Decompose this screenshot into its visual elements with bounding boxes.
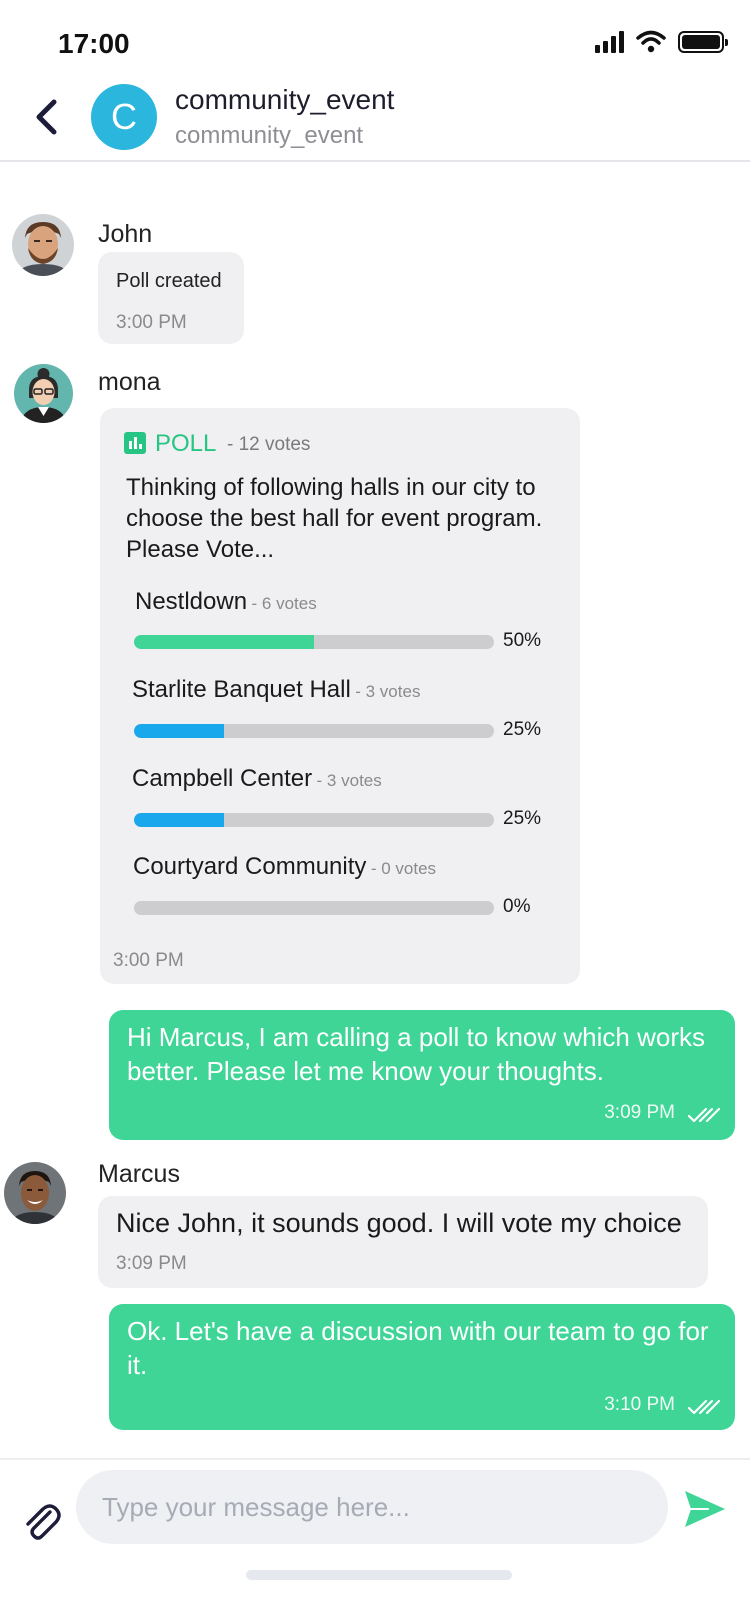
poll-option-bar (134, 813, 494, 827)
status-time: 17:00 (58, 28, 130, 59)
wifi-icon (636, 30, 666, 53)
message-bubble[interactable]: Poll created 3:00 PM (98, 252, 244, 344)
poll-option-percent: 25% (503, 719, 542, 740)
message-text: Nice John, it sounds good. I will vote m… (116, 1208, 682, 1238)
poll-option-label: Courtyard Community (133, 853, 367, 880)
sender-name: John (98, 220, 153, 248)
poll-option-label: Campbell Center (132, 765, 313, 792)
poll-badge: POLL (155, 430, 217, 457)
group-avatar[interactable]: C (91, 84, 157, 150)
poll-option-percent: 50% (503, 630, 542, 651)
sender-name: mona (98, 368, 161, 396)
message-bubble-outgoing[interactable]: Ok. Let's have a discussion with our tea… (109, 1304, 735, 1430)
message-time: 3:00 PM (116, 312, 187, 333)
poll-option-bar (134, 724, 494, 738)
chat-header: C community_event community_event (0, 80, 750, 162)
poll-option-label: Nestldown (135, 588, 248, 615)
chat-subtitle: community_event (175, 122, 364, 149)
poll-chart-icon (124, 432, 146, 454)
double-check-icon (687, 1399, 721, 1415)
poll-option-votes: - 3 votes (316, 771, 382, 790)
chevron-left-icon (36, 99, 57, 135)
message-text: Ok. Let's have a discussion with our tea… (127, 1316, 709, 1380)
poll-option-bar-fill (134, 813, 224, 827)
send-icon[interactable] (682, 1486, 728, 1532)
battery-icon (678, 31, 728, 53)
sender-name: Marcus (98, 1160, 180, 1188)
message-text: Hi Marcus, I am calling a poll to know w… (127, 1022, 705, 1086)
poll-option-bar-fill (134, 724, 224, 738)
poll-question: Thinking of following halls in our city … (126, 474, 543, 563)
double-check-icon (687, 1107, 721, 1123)
poll-option-votes: - 0 votes (370, 859, 437, 878)
cellular-signal-icon (595, 31, 624, 53)
back-button[interactable] (28, 94, 64, 140)
poll-option-bar (134, 635, 494, 649)
message-time: 3:09 PM (604, 1102, 675, 1123)
message-input[interactable] (76, 1470, 668, 1544)
poll-total-votes: - 12 votes (227, 434, 311, 455)
message-time: 3:10 PM (604, 1394, 675, 1415)
poll-option[interactable]: Starlite Banquet Hall - 3 votes 25% (100, 676, 542, 746)
status-bar: 17:00 (0, 0, 750, 80)
message-bubble-outgoing[interactable]: Hi Marcus, I am calling a poll to know w… (109, 1010, 735, 1140)
message-time: 3:00 PM (113, 950, 184, 971)
status-icons (595, 30, 728, 54)
poll-option-votes: - 6 votes (251, 594, 317, 613)
avatar-mona[interactable] (14, 364, 73, 423)
poll-option-bar (134, 901, 494, 915)
poll-option[interactable]: Courtyard Community - 0 votes 0% (100, 853, 540, 923)
message-text: Poll created (116, 270, 222, 292)
avatar-marcus[interactable] (4, 1162, 66, 1224)
attachment-icon[interactable] (20, 1500, 64, 1544)
message-bubble[interactable]: Nice John, it sounds good. I will vote m… (98, 1196, 708, 1288)
poll-option[interactable]: Nestldown - 6 votes 50% (100, 588, 542, 658)
poll-option-percent: 0% (503, 896, 531, 917)
poll-option-bar-fill (134, 635, 314, 649)
poll-card: POLL - 12 votes Thinking of following ha… (100, 408, 580, 984)
home-indicator (246, 1570, 512, 1580)
message-composer (0, 1458, 750, 1624)
poll-option-percent: 25% (503, 808, 542, 829)
message-time: 3:09 PM (116, 1253, 187, 1274)
poll-option-label: Starlite Banquet Hall (132, 676, 351, 703)
poll-option[interactable]: Campbell Center - 3 votes 25% (100, 765, 542, 835)
chat-title: community_event (175, 84, 395, 115)
poll-option-votes: - 3 votes (355, 682, 421, 701)
avatar-john[interactable] (12, 214, 74, 276)
